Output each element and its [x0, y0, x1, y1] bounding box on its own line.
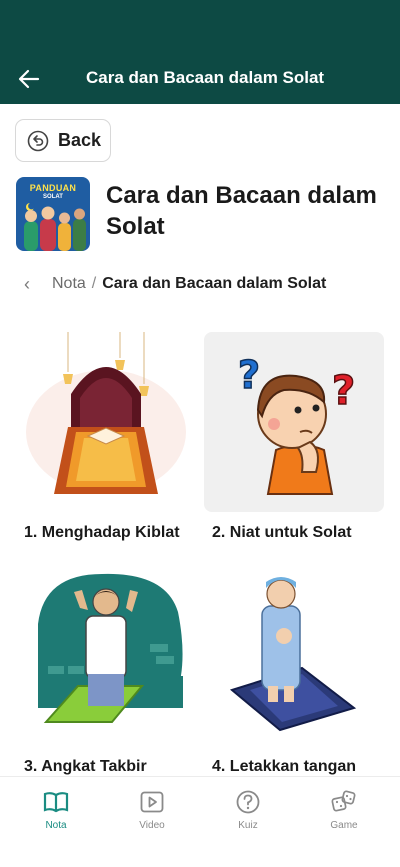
appbar-title: Cara dan Bacaan dalam Solat — [86, 68, 325, 87]
back-button[interactable]: Back — [15, 119, 111, 162]
card-label: 3. Angkat Takbir — [24, 758, 147, 775]
svg-text:?: ? — [238, 353, 260, 397]
breadcrumb-current: Cara dan Bacaan dalam Solat — [102, 275, 327, 292]
card-menghadap-kiblat[interactable]: 1. Menghadap Kiblat — [16, 332, 196, 544]
app-bar: Cara dan Bacaan dalam Solat — [0, 0, 400, 104]
card-angkat-takbir[interactable]: 3. Angkat Takbir — [16, 566, 196, 776]
nav-item-game[interactable]: Game — [309, 789, 379, 831]
nav-item-video[interactable]: Video — [117, 789, 187, 831]
nav-label: Video — [139, 820, 165, 831]
nav-label: Game — [330, 820, 358, 831]
card-label: 2. Niat untuk Solat — [212, 524, 352, 541]
logo-text-line1: PANDUAN — [29, 183, 77, 193]
nav-item-kuiz[interactable]: Kuiz — [213, 789, 283, 831]
breadcrumb: ‹ Nota / Cara dan Bacaan dalam Solat — [24, 270, 326, 298]
page-title: Cara dan Bacaan dalam Solat — [106, 182, 377, 240]
panduan-solat-logo: PANDUAN SOLAT — [16, 177, 90, 251]
nav-label: Kuiz — [238, 820, 258, 831]
card-letakkan-tangan[interactable]: 4. Letakkan tangan kanan di atas tangan — [204, 566, 384, 776]
prayer-mat-quran-illustration — [16, 332, 196, 512]
breadcrumb-separator: / — [91, 275, 97, 292]
play-icon — [140, 791, 164, 813]
chevron-left-icon[interactable]: ‹ — [24, 274, 46, 295]
card-label: 1. Menghadap Kiblat — [24, 524, 180, 541]
praying-boy-illustration — [204, 566, 384, 746]
bottom-navigation: Nota Video Kuiz Game — [0, 776, 400, 867]
undo-icon — [27, 130, 49, 151]
back-button-label: Back — [58, 130, 102, 150]
main-content: Back PANDUAN SOLAT Cara dan Bacaan dalam… — [0, 104, 400, 776]
card-niat-untuk-solat[interactable]: ? ? 2. Niat untuk Solat — [204, 332, 384, 544]
back-arrow-icon[interactable] — [16, 66, 42, 92]
book-icon — [43, 792, 69, 813]
nav-label: Nota — [45, 820, 67, 831]
svg-text:?: ? — [332, 368, 355, 414]
dice-icon — [331, 790, 356, 812]
question-icon — [236, 790, 260, 814]
thinking-boy-illustration: ? ? — [204, 332, 384, 512]
takbir-man-illustration — [16, 566, 196, 746]
logo-illustration — [24, 202, 86, 251]
card-label: 4. Letakkan tangan kanan di atas tangan — [212, 758, 357, 775]
breadcrumb-parent-link[interactable]: Nota — [52, 275, 86, 293]
nav-item-nota[interactable]: Nota — [21, 789, 91, 831]
